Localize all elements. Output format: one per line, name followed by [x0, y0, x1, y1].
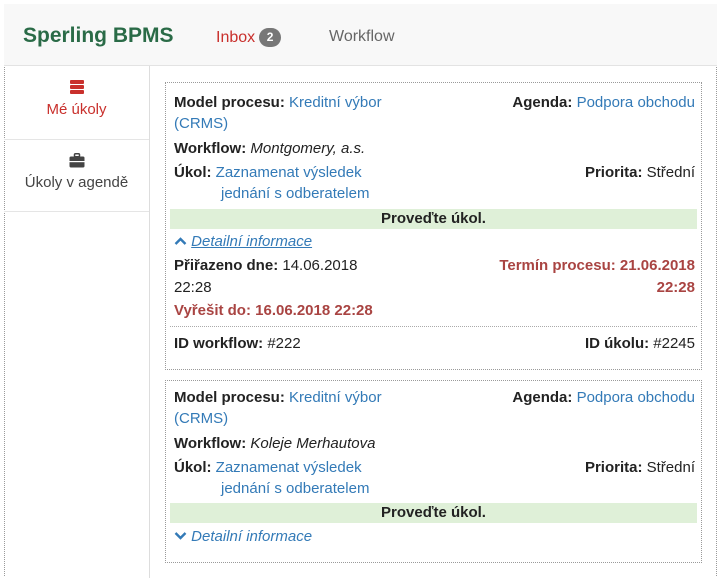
task-id-value: #2245 — [653, 335, 695, 352]
model-link-continued[interactable]: (CRMS) — [174, 409, 228, 429]
workflow-name: Montgomery, a.s. — [250, 140, 366, 157]
solve-by-value: 16.06.2018 22:28 — [255, 302, 373, 319]
solve-by-row: Vyřešit do: 16.06.2018 22:28 — [174, 301, 373, 321]
task-link[interactable]: Zaznamenat výsledek — [216, 459, 362, 476]
model-row: Model procesu: Kreditní výbor — [174, 388, 382, 408]
workflow-name: Koleje Merhautova — [250, 435, 376, 452]
task-row: Úkol: Zaznamenat výsledek — [174, 163, 362, 183]
sidebar-item-my-tasks[interactable]: Mé úkoly — [4, 66, 149, 140]
details-toggle-label: Detailní informace — [191, 528, 313, 545]
model-label: Model procesu: — [174, 389, 285, 406]
model-link-continued[interactable]: (CRMS) — [174, 114, 228, 134]
assigned-date: 14.06.2018 — [282, 257, 358, 274]
priority-row: Priorita: Střední — [585, 163, 695, 183]
model-label: Model procesu: — [174, 94, 285, 111]
details-toggle-label: Detailní informace — [191, 233, 313, 250]
workflow-id-row: ID workflow: #222 — [174, 334, 301, 354]
task-link[interactable]: Zaznamenat výsledek — [216, 164, 362, 181]
inbox-count-badge: 2 — [259, 28, 282, 47]
sidebar-item-agenda-tasks[interactable]: Úkoly v agendě — [4, 140, 149, 212]
task-link-continued[interactable]: jednání s odberatelem — [221, 479, 369, 499]
divider — [170, 326, 697, 327]
assigned-label: Přiřazeno dne: — [174, 257, 279, 274]
priority-label: Priorita: — [584, 164, 643, 181]
action-bar[interactable]: Proveďte úkol. — [170, 503, 697, 523]
briefcase-icon — [69, 153, 84, 168]
deadline-time: 22:28 — [656, 279, 695, 296]
priority-row: Priorita: Střední — [585, 458, 695, 478]
sidebar: Mé úkoly Úkoly v agendě — [4, 66, 150, 578]
priority-value: Střední — [646, 164, 695, 181]
task-id-label: ID úkolu: — [584, 335, 650, 352]
nav-inbox-link[interactable]: Inbox 2 — [216, 28, 282, 47]
workflow-row: Workflow: Montgomery, a.s. — [174, 139, 365, 159]
task-card: Model procesu: Kreditní výbor (CRMS) Age… — [165, 380, 702, 563]
task-label: Úkol: — [174, 459, 212, 476]
task-card: Model procesu: Kreditní výbor (CRMS) Age… — [165, 82, 702, 370]
priority-value: Střední — [646, 459, 695, 476]
nav-inbox-label: Inbox — [216, 29, 256, 46]
details-toggle[interactable]: Detailní informace — [174, 527, 312, 547]
deadline-row: Termín procesu: 21.06.2018 — [499, 256, 695, 276]
agenda-link[interactable]: Podpora obchodu — [577, 94, 695, 111]
agenda-label: Agenda: — [512, 94, 573, 111]
model-row: Model procesu: Kreditní výbor — [174, 93, 382, 113]
agenda-row: Agenda: Podpora obchodu — [512, 388, 695, 408]
priority-label: Priorita: — [584, 459, 643, 476]
workflow-id-label: ID workflow: — [174, 335, 264, 352]
chevron-down-icon — [174, 532, 187, 540]
deadline-label: Termín procesu: — [499, 257, 616, 274]
sidebar-item-label: Mé úkoly — [46, 101, 107, 118]
agenda-link[interactable]: Podpora obchodu — [577, 389, 695, 406]
assigned-row: Přiřazeno dne: 14.06.2018 — [174, 256, 357, 276]
deadline-date: 21.06.2018 — [619, 257, 695, 274]
workflow-label: Workflow: — [174, 435, 247, 452]
sidebar-item-label: Úkoly v agendě — [24, 174, 129, 191]
navbar: Sperling BPMS Inbox 2 Workflow — [4, 4, 717, 66]
action-bar[interactable]: Proveďte úkol. — [170, 209, 697, 229]
model-link[interactable]: Kreditní výbor — [289, 389, 382, 406]
agenda-row: Agenda: Podpora obchodu — [512, 93, 695, 113]
stack-icon — [69, 80, 84, 94]
chevron-up-icon — [174, 237, 187, 245]
task-label: Úkol: — [174, 164, 212, 181]
brand-logo[interactable]: Sperling BPMS — [23, 24, 174, 48]
assigned-time: 22:28 — [174, 279, 212, 296]
details-toggle[interactable]: Detailní informace — [174, 232, 312, 252]
task-row: Úkol: Zaznamenat výsledek — [174, 458, 362, 478]
workflow-id-value: #222 — [267, 335, 301, 352]
solve-by-label: Vyřešit do: — [174, 302, 251, 319]
model-link[interactable]: Kreditní výbor — [289, 94, 382, 111]
workflow-row: Workflow: Koleje Merhautova — [174, 434, 375, 454]
nav-workflow-link[interactable]: Workflow — [329, 28, 395, 46]
workflow-label: Workflow: — [174, 140, 247, 157]
task-id-row: ID úkolu: #2245 — [585, 334, 695, 354]
agenda-label: Agenda: — [512, 389, 573, 406]
task-link-continued[interactable]: jednání s odberatelem — [221, 184, 369, 204]
